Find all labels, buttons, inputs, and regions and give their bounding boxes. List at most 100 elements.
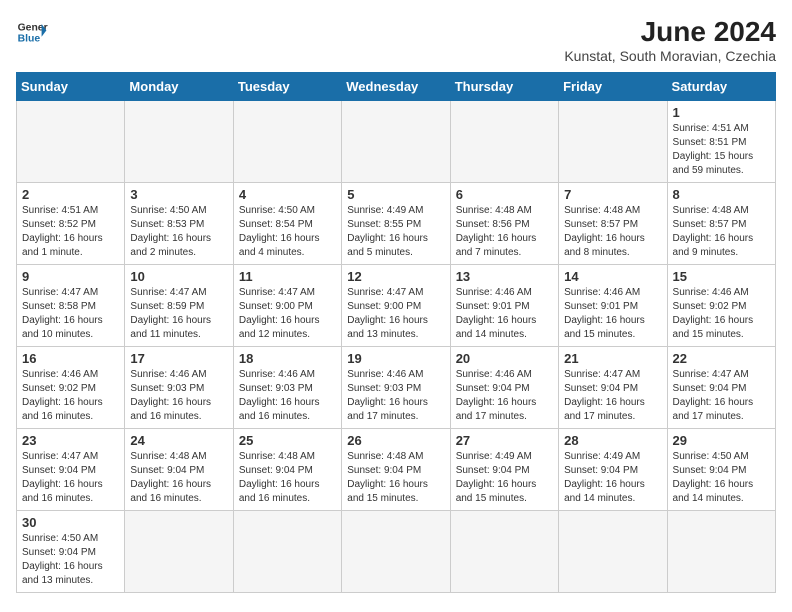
calendar-cell: 27 Sunrise: 4:49 AMSunset: 9:04 PMDayligh…	[450, 429, 558, 511]
calendar-cell	[450, 511, 558, 593]
calendar-cell: 9 Sunrise: 4:47 AMSunset: 8:58 PMDaylight…	[17, 265, 125, 347]
calendar-cell: 30Sunrise: 4:50 AMSunset: 9:04 PMDayligh…	[17, 511, 125, 593]
day-info: Sunrise: 4:50 AMSunset: 9:04 PMDaylight:…	[673, 450, 770, 506]
calendar-cell	[667, 511, 775, 593]
calendar-cell: 21Sunrise: 4:47 AMSunset: 9:04 PMDayligh…	[559, 347, 667, 429]
day-number: 14	[564, 269, 661, 284]
month-year: June 2024	[564, 16, 776, 48]
calendar-cell: 5Sunrise: 4:49 AMSunset: 8:55 PMDaylight…	[342, 183, 450, 265]
day-number: 18	[239, 351, 336, 366]
calendar-cell: 29 Sunrise: 4:50 AMSunset: 9:04 PMDayligh…	[667, 429, 775, 511]
day-number: 3	[130, 187, 227, 202]
day-number: 29	[673, 433, 770, 448]
day-number: 17	[130, 351, 227, 366]
day-info: Sunrise: 4:46 AMSunset: 9:01 PMDaylight:…	[564, 286, 661, 342]
day-info: Sunrise: 4:49 AMSunset: 9:04 PMDaylight:…	[564, 450, 661, 506]
calendar-cell: 20Sunrise: 4:46 AMSunset: 9:04 PMDayligh…	[450, 347, 558, 429]
calendar-cell	[233, 101, 341, 183]
col-header-sunday: Sunday	[17, 73, 125, 101]
calendar-cell: 25 Sunrise: 4:48 AMSunset: 9:04 PMDayligh…	[233, 429, 341, 511]
calendar-cell	[342, 511, 450, 593]
calendar-cell: 2Sunrise: 4:51 AMSunset: 8:52 PMDaylight…	[17, 183, 125, 265]
col-header-friday: Friday	[559, 73, 667, 101]
calendar-cell: 16 Sunrise: 4:46 AMSunset: 9:02 PMDayligh…	[17, 347, 125, 429]
calendar-cell	[342, 101, 450, 183]
calendar-cell	[125, 101, 233, 183]
calendar-header-row: SundayMondayTuesdayWednesdayThursdayFrid…	[17, 73, 776, 101]
day-info: Sunrise: 4:46 AMSunset: 9:03 PMDaylight:…	[347, 368, 444, 424]
calendar-cell	[17, 101, 125, 183]
day-number: 24	[130, 433, 227, 448]
day-info: Sunrise: 4:46 AMSunset: 9:02 PMDaylight:…	[22, 368, 119, 424]
day-info: Sunrise: 4:47 AMSunset: 9:00 PMDaylight:…	[347, 286, 444, 342]
day-info: Sunrise: 4:46 AMSunset: 9:03 PMDaylight:…	[130, 368, 227, 424]
day-number: 19	[347, 351, 444, 366]
calendar-cell: 28 Sunrise: 4:49 AMSunset: 9:04 PMDayligh…	[559, 429, 667, 511]
day-number: 12	[347, 269, 444, 284]
calendar-week-6: 30Sunrise: 4:50 AMSunset: 9:04 PMDayligh…	[17, 511, 776, 593]
day-number: 15	[673, 269, 770, 284]
calendar-cell: 13 Sunrise: 4:46 AMSunset: 9:01 PMDayligh…	[450, 265, 558, 347]
day-number: 5	[347, 187, 444, 202]
calendar-cell: 19 Sunrise: 4:46 AMSunset: 9:03 PMDayligh…	[342, 347, 450, 429]
day-info: Sunrise: 4:48 AMSunset: 8:57 PMDaylight:…	[673, 204, 770, 260]
calendar-week-5: 23 Sunrise: 4:47 AMSunset: 9:04 PMDayligh…	[17, 429, 776, 511]
day-info: Sunrise: 4:49 AMSunset: 9:04 PMDaylight:…	[456, 450, 553, 506]
day-number: 10	[130, 269, 227, 284]
day-number: 16	[22, 351, 119, 366]
col-header-monday: Monday	[125, 73, 233, 101]
day-info: Sunrise: 4:47 AMSunset: 8:59 PMDaylight:…	[130, 286, 227, 342]
calendar-table: SundayMondayTuesdayWednesdayThursdayFrid…	[16, 72, 776, 593]
day-number: 7	[564, 187, 661, 202]
day-number: 13	[456, 269, 553, 284]
day-info: Sunrise: 4:48 AMSunset: 9:04 PMDaylight:…	[239, 450, 336, 506]
col-header-wednesday: Wednesday	[342, 73, 450, 101]
calendar-cell	[559, 101, 667, 183]
calendar-cell: 4Sunrise: 4:50 AMSunset: 8:54 PMDaylight…	[233, 183, 341, 265]
calendar-cell: 8 Sunrise: 4:48 AMSunset: 8:57 PMDaylight…	[667, 183, 775, 265]
day-number: 9	[22, 269, 119, 284]
col-header-tuesday: Tuesday	[233, 73, 341, 101]
calendar-cell: 11 Sunrise: 4:47 AMSunset: 9:00 PMDayligh…	[233, 265, 341, 347]
day-info: Sunrise: 4:46 AMSunset: 9:02 PMDaylight:…	[673, 286, 770, 342]
day-number: 6	[456, 187, 553, 202]
calendar-cell: 7 Sunrise: 4:48 AMSunset: 8:57 PMDaylight…	[559, 183, 667, 265]
col-header-saturday: Saturday	[667, 73, 775, 101]
day-info: Sunrise: 4:47 AMSunset: 8:58 PMDaylight:…	[22, 286, 119, 342]
day-number: 23	[22, 433, 119, 448]
calendar-week-4: 16 Sunrise: 4:46 AMSunset: 9:02 PMDayligh…	[17, 347, 776, 429]
day-info: Sunrise: 4:48 AMSunset: 9:04 PMDaylight:…	[347, 450, 444, 506]
calendar-week-3: 9 Sunrise: 4:47 AMSunset: 8:58 PMDaylight…	[17, 265, 776, 347]
day-info: Sunrise: 4:48 AMSunset: 8:57 PMDaylight:…	[564, 204, 661, 260]
calendar-cell: 12 Sunrise: 4:47 AMSunset: 9:00 PMDayligh…	[342, 265, 450, 347]
calendar-cell: 22Sunrise: 4:47 AMSunset: 9:04 PMDayligh…	[667, 347, 775, 429]
title-block: June 2024 Kunstat, South Moravian, Czech…	[564, 16, 776, 64]
day-number: 30	[22, 515, 119, 530]
day-info: Sunrise: 4:48 AMSunset: 8:56 PMDaylight:…	[456, 204, 553, 260]
calendar-cell: 15 Sunrise: 4:46 AMSunset: 9:02 PMDayligh…	[667, 265, 775, 347]
calendar-cell: 23 Sunrise: 4:47 AMSunset: 9:04 PMDayligh…	[17, 429, 125, 511]
day-number: 11	[239, 269, 336, 284]
day-number: 20	[456, 351, 553, 366]
day-info: Sunrise: 4:50 AMSunset: 8:54 PMDaylight:…	[239, 204, 336, 260]
calendar-cell: 6 Sunrise: 4:48 AMSunset: 8:56 PMDaylight…	[450, 183, 558, 265]
day-info: Sunrise: 4:51 AMSunset: 8:51 PMDaylight:…	[673, 122, 770, 178]
day-info: Sunrise: 4:47 AMSunset: 9:00 PMDaylight:…	[239, 286, 336, 342]
day-info: Sunrise: 4:47 AMSunset: 9:04 PMDaylight:…	[22, 450, 119, 506]
day-number: 22	[673, 351, 770, 366]
day-number: 25	[239, 433, 336, 448]
day-number: 21	[564, 351, 661, 366]
day-info: Sunrise: 4:50 AMSunset: 8:53 PMDaylight:…	[130, 204, 227, 260]
calendar-week-2: 2Sunrise: 4:51 AMSunset: 8:52 PMDaylight…	[17, 183, 776, 265]
day-info: Sunrise: 4:46 AMSunset: 9:01 PMDaylight:…	[456, 286, 553, 342]
day-info: Sunrise: 4:48 AMSunset: 9:04 PMDaylight:…	[130, 450, 227, 506]
calendar-cell: 18Sunrise: 4:46 AMSunset: 9:03 PMDayligh…	[233, 347, 341, 429]
svg-text:Blue: Blue	[18, 34, 41, 45]
day-number: 28	[564, 433, 661, 448]
day-number: 8	[673, 187, 770, 202]
calendar-cell: 14 Sunrise: 4:46 AMSunset: 9:01 PMDayligh…	[559, 265, 667, 347]
day-number: 26	[347, 433, 444, 448]
calendar-cell	[233, 511, 341, 593]
day-number: 27	[456, 433, 553, 448]
calendar-cell: 10 Sunrise: 4:47 AMSunset: 8:59 PMDayligh…	[125, 265, 233, 347]
